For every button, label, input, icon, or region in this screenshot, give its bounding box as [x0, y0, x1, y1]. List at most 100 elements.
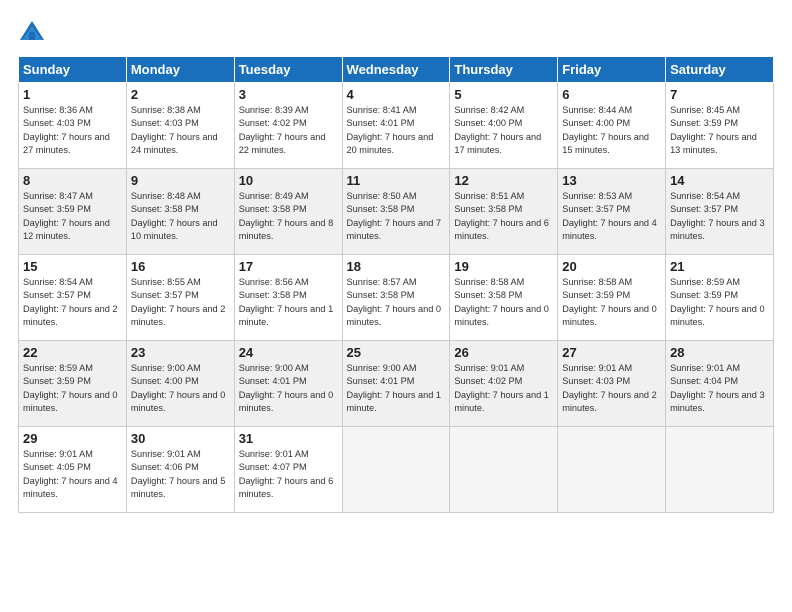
day-info: Sunrise: 8:48 AMSunset: 3:58 PMDaylight:… [131, 190, 230, 243]
calendar-cell: 16 Sunrise: 8:55 AMSunset: 3:57 PMDayligh… [126, 255, 234, 341]
day-number: 9 [131, 173, 230, 188]
day-number: 4 [347, 87, 446, 102]
day-info: Sunrise: 8:51 AMSunset: 3:58 PMDaylight:… [454, 190, 553, 243]
day-info: Sunrise: 8:47 AMSunset: 3:59 PMDaylight:… [23, 190, 122, 243]
calendar-cell: 3 Sunrise: 8:39 AMSunset: 4:02 PMDaylight… [234, 83, 342, 169]
calendar-cell: 26 Sunrise: 9:01 AMSunset: 4:02 PMDayligh… [450, 341, 558, 427]
calendar-cell: 29 Sunrise: 9:01 AMSunset: 4:05 PMDayligh… [19, 427, 127, 513]
day-info: Sunrise: 8:50 AMSunset: 3:58 PMDaylight:… [347, 190, 446, 243]
day-info: Sunrise: 8:54 AMSunset: 3:57 PMDaylight:… [670, 190, 769, 243]
day-info: Sunrise: 9:01 AMSunset: 4:03 PMDaylight:… [562, 362, 661, 415]
calendar-cell: 6 Sunrise: 8:44 AMSunset: 4:00 PMDaylight… [558, 83, 666, 169]
page: SundayMondayTuesdayWednesdayThursdayFrid… [0, 0, 792, 612]
calendar-cell: 9 Sunrise: 8:48 AMSunset: 3:58 PMDaylight… [126, 169, 234, 255]
day-info: Sunrise: 9:01 AMSunset: 4:05 PMDaylight:… [23, 448, 122, 501]
day-number: 3 [239, 87, 338, 102]
day-number: 16 [131, 259, 230, 274]
col-header-thursday: Thursday [450, 57, 558, 83]
calendar-cell: 15Sunrise: 8:54 AMSunset: 3:57 PMDayligh… [19, 255, 127, 341]
day-number: 12 [454, 173, 553, 188]
calendar-cell: 5Sunrise: 8:42 AMSunset: 4:00 PMDaylight… [450, 83, 558, 169]
day-number: 31 [239, 431, 338, 446]
day-info: Sunrise: 9:00 AMSunset: 4:00 PMDaylight:… [131, 362, 230, 415]
col-header-sunday: Sunday [19, 57, 127, 83]
day-info: Sunrise: 9:00 AMSunset: 4:01 PMDaylight:… [347, 362, 446, 415]
day-number: 23 [131, 345, 230, 360]
calendar-cell: 23 Sunrise: 9:00 AMSunset: 4:00 PMDayligh… [126, 341, 234, 427]
week-row-3: 15Sunrise: 8:54 AMSunset: 3:57 PMDayligh… [19, 255, 774, 341]
calendar-cell: 11 Sunrise: 8:50 AMSunset: 3:58 PMDayligh… [342, 169, 450, 255]
day-number: 28 [670, 345, 769, 360]
logo-icon [18, 18, 46, 46]
day-info: Sunrise: 8:57 AMSunset: 3:58 PMDaylight:… [347, 276, 446, 329]
day-number: 21 [670, 259, 769, 274]
day-info: Sunrise: 9:01 AMSunset: 4:07 PMDaylight:… [239, 448, 338, 501]
day-info: Sunrise: 8:58 AMSunset: 3:58 PMDaylight:… [454, 276, 553, 329]
day-info: Sunrise: 8:58 AMSunset: 3:59 PMDaylight:… [562, 276, 661, 329]
calendar-cell: 7Sunrise: 8:45 AMSunset: 3:59 PMDaylight… [666, 83, 774, 169]
day-info: Sunrise: 8:53 AMSunset: 3:57 PMDaylight:… [562, 190, 661, 243]
day-info: Sunrise: 9:01 AMSunset: 4:02 PMDaylight:… [454, 362, 553, 415]
calendar-cell: 14 Sunrise: 8:54 AMSunset: 3:57 PMDayligh… [666, 169, 774, 255]
header [18, 18, 774, 46]
calendar-cell: 1Sunrise: 8:36 AMSunset: 4:03 PMDaylight… [19, 83, 127, 169]
day-number: 26 [454, 345, 553, 360]
calendar-cell: 19 Sunrise: 8:58 AMSunset: 3:58 PMDayligh… [450, 255, 558, 341]
col-header-monday: Monday [126, 57, 234, 83]
day-info: Sunrise: 8:49 AMSunset: 3:58 PMDaylight:… [239, 190, 338, 243]
calendar-cell: 24 Sunrise: 9:00 AMSunset: 4:01 PMDayligh… [234, 341, 342, 427]
day-number: 10 [239, 173, 338, 188]
day-info: Sunrise: 8:45 AMSunset: 3:59 PMDaylight:… [670, 104, 769, 157]
calendar-cell [666, 427, 774, 513]
day-number: 1 [23, 87, 122, 102]
calendar-cell: 13Sunrise: 8:53 AMSunset: 3:57 PMDayligh… [558, 169, 666, 255]
calendar-cell [342, 427, 450, 513]
day-number: 17 [239, 259, 338, 274]
day-number: 29 [23, 431, 122, 446]
calendar-cell: 25 Sunrise: 9:00 AMSunset: 4:01 PMDayligh… [342, 341, 450, 427]
day-number: 8 [23, 173, 122, 188]
day-number: 19 [454, 259, 553, 274]
day-number: 24 [239, 345, 338, 360]
day-number: 14 [670, 173, 769, 188]
day-info: Sunrise: 8:38 AMSunset: 4:03 PMDaylight:… [131, 104, 230, 157]
calendar-cell: 8 Sunrise: 8:47 AMSunset: 3:59 PMDaylight… [19, 169, 127, 255]
calendar-cell [558, 427, 666, 513]
calendar-cell: 12 Sunrise: 8:51 AMSunset: 3:58 PMDayligh… [450, 169, 558, 255]
week-row-2: 8 Sunrise: 8:47 AMSunset: 3:59 PMDaylight… [19, 169, 774, 255]
calendar-cell: 31 Sunrise: 9:01 AMSunset: 4:07 PMDayligh… [234, 427, 342, 513]
logo [18, 18, 50, 46]
day-info: Sunrise: 9:00 AMSunset: 4:01 PMDaylight:… [239, 362, 338, 415]
day-number: 6 [562, 87, 661, 102]
day-number: 30 [131, 431, 230, 446]
week-row-1: 1Sunrise: 8:36 AMSunset: 4:03 PMDaylight… [19, 83, 774, 169]
day-number: 2 [131, 87, 230, 102]
day-number: 15 [23, 259, 122, 274]
calendar-cell [450, 427, 558, 513]
calendar-cell: 4 Sunrise: 8:41 AMSunset: 4:01 PMDaylight… [342, 83, 450, 169]
day-info: Sunrise: 8:44 AMSunset: 4:00 PMDaylight:… [562, 104, 661, 157]
day-info: Sunrise: 8:55 AMSunset: 3:57 PMDaylight:… [131, 276, 230, 329]
day-number: 25 [347, 345, 446, 360]
calendar: SundayMondayTuesdayWednesdayThursdayFrid… [18, 56, 774, 513]
day-info: Sunrise: 8:39 AMSunset: 4:02 PMDaylight:… [239, 104, 338, 157]
col-header-wednesday: Wednesday [342, 57, 450, 83]
calendar-cell: 18 Sunrise: 8:57 AMSunset: 3:58 PMDayligh… [342, 255, 450, 341]
day-number: 11 [347, 173, 446, 188]
day-number: 27 [562, 345, 661, 360]
day-info: Sunrise: 8:41 AMSunset: 4:01 PMDaylight:… [347, 104, 446, 157]
calendar-cell: 28Sunrise: 9:01 AMSunset: 4:04 PMDayligh… [666, 341, 774, 427]
col-header-saturday: Saturday [666, 57, 774, 83]
calendar-cell: 20Sunrise: 8:58 AMSunset: 3:59 PMDayligh… [558, 255, 666, 341]
calendar-cell: 2 Sunrise: 8:38 AMSunset: 4:03 PMDaylight… [126, 83, 234, 169]
calendar-cell: 30 Sunrise: 9:01 AMSunset: 4:06 PMDayligh… [126, 427, 234, 513]
calendar-cell: 17 Sunrise: 8:56 AMSunset: 3:58 PMDayligh… [234, 255, 342, 341]
day-info: Sunrise: 9:01 AMSunset: 4:06 PMDaylight:… [131, 448, 230, 501]
col-header-friday: Friday [558, 57, 666, 83]
calendar-cell: 21 Sunrise: 8:59 AMSunset: 3:59 PMDayligh… [666, 255, 774, 341]
calendar-cell: 27 Sunrise: 9:01 AMSunset: 4:03 PMDayligh… [558, 341, 666, 427]
day-number: 18 [347, 259, 446, 274]
day-number: 22 [23, 345, 122, 360]
day-info: Sunrise: 8:56 AMSunset: 3:58 PMDaylight:… [239, 276, 338, 329]
day-info: Sunrise: 8:59 AMSunset: 3:59 PMDaylight:… [670, 276, 769, 329]
